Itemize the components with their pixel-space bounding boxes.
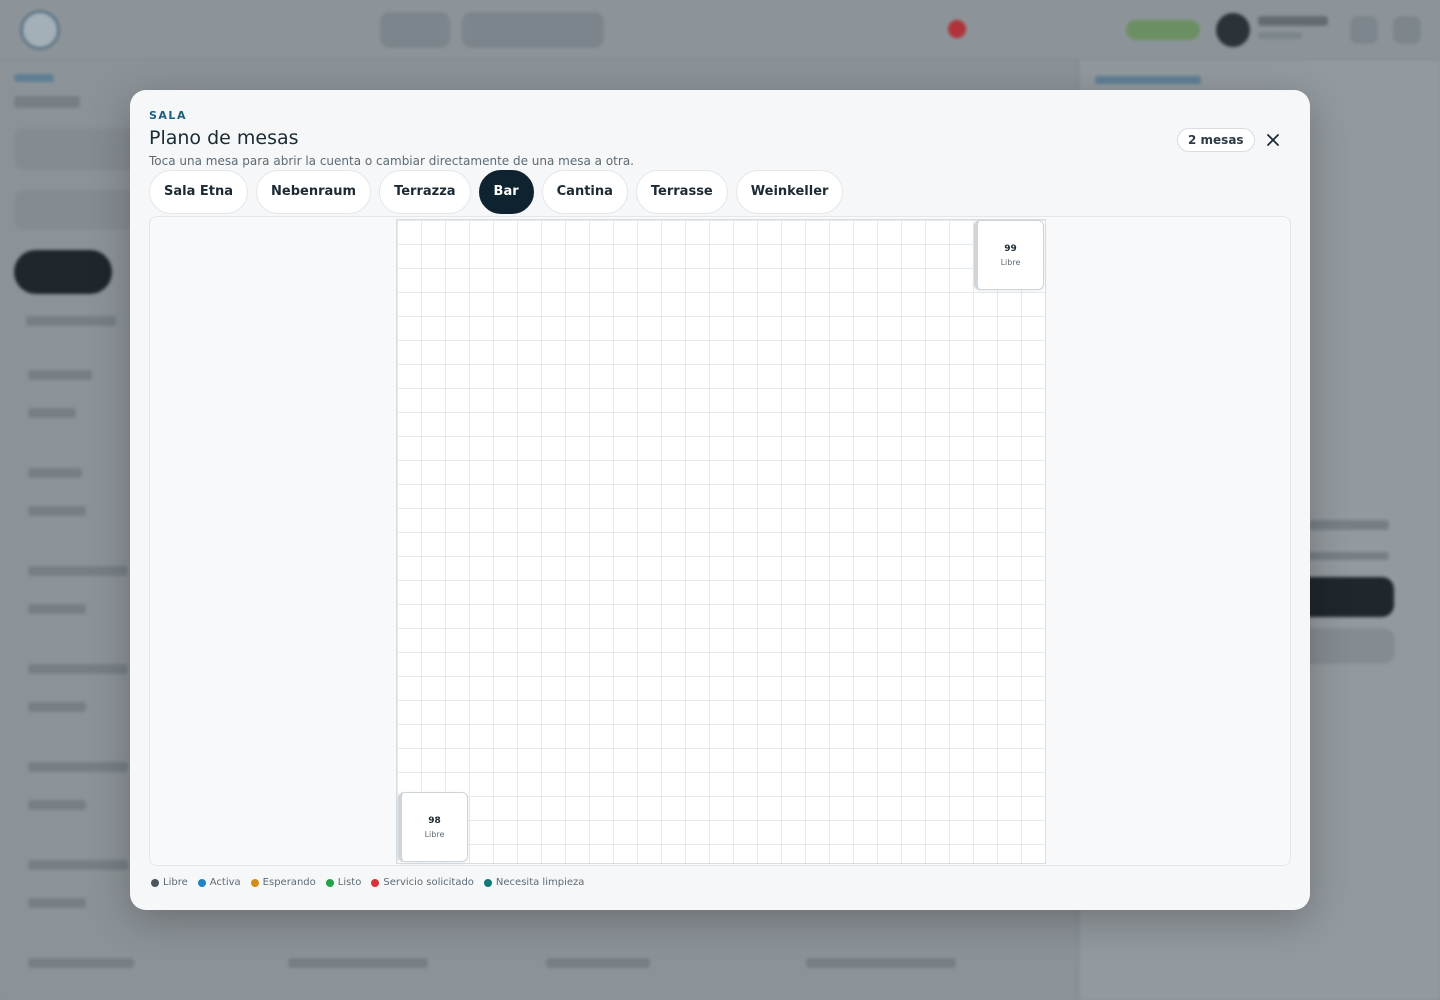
legend-label: Listo — [337, 877, 362, 888]
legend-label: Necesita limpieza — [495, 877, 585, 888]
table-status: Libre — [1000, 257, 1021, 267]
bg-line — [288, 958, 428, 968]
bg-line — [1309, 520, 1389, 530]
legend-item-necesita-limpieza: Necesita limpieza — [483, 877, 585, 888]
table-count-badge: 2 mesas — [1177, 128, 1255, 152]
bg-nav-item — [748, 12, 848, 48]
bg-line — [28, 370, 92, 380]
bg-icon — [1350, 16, 1378, 44]
bg-line — [28, 860, 128, 870]
close-icon — [1267, 134, 1279, 146]
bg-user-name — [1258, 16, 1328, 26]
tab-terrasse[interactable]: Terrasse — [635, 170, 728, 214]
bg-line — [28, 664, 128, 674]
bg-logo — [20, 10, 60, 50]
legend-item-esperando: Esperando — [250, 877, 316, 888]
table-status: Libre — [424, 829, 445, 839]
legend-label: Esperando — [262, 877, 316, 888]
table-99[interactable]: 99 Libre — [974, 220, 1044, 290]
status-dot — [483, 878, 492, 887]
bg-line — [14, 96, 80, 108]
bg-line — [1095, 76, 1201, 84]
bg-line — [806, 958, 956, 968]
status-dot — [197, 878, 206, 887]
bg-line — [14, 74, 54, 82]
bg-user-role — [1258, 32, 1302, 39]
table-number: 98 — [428, 815, 441, 826]
tab-nebenraum[interactable]: Nebenraum — [256, 170, 372, 214]
tab-weinkeller[interactable]: Weinkeller — [735, 170, 844, 214]
bg-status-pill — [1126, 20, 1200, 40]
status-dot — [151, 878, 159, 887]
bg-nav-item — [866, 12, 946, 48]
status-dot — [325, 878, 334, 887]
bg-line — [26, 316, 116, 326]
bg-icon — [1393, 16, 1421, 44]
bg-line — [1299, 552, 1389, 560]
legend-item-activa: Activa — [197, 877, 241, 888]
bg-badge — [948, 20, 966, 38]
bg-line — [28, 762, 128, 772]
bg-avatar — [1216, 13, 1250, 47]
close-button[interactable] — [1261, 128, 1285, 152]
legend-label: Servicio solicitado — [383, 877, 474, 888]
bg-line — [28, 468, 82, 478]
modal-subtitle: Toca una mesa para abrir la cuenta o cam… — [149, 154, 634, 168]
bg-line — [28, 958, 134, 968]
modal-title: Plano de mesas — [149, 127, 299, 149]
bg-nav-item — [380, 12, 450, 48]
bg-line — [28, 898, 86, 908]
floor-grid: 99 Libre 98 Libre — [396, 219, 1046, 864]
bg-nav-item — [616, 12, 736, 48]
tab-cantina[interactable]: Cantina — [541, 170, 628, 214]
floor-plan-canvas: 99 Libre 98 Libre — [149, 216, 1291, 866]
table-98[interactable]: 98 Libre — [398, 792, 468, 862]
tab-sala-etna[interactable]: Sala Etna — [149, 170, 249, 214]
room-tabs: Sala Etna Nebenraum Terrazza Bar Cantina… — [149, 170, 844, 214]
bg-line — [28, 566, 128, 576]
bg-topbar — [0, 0, 1440, 60]
bg-line — [28, 506, 86, 516]
table-number: 99 — [1004, 243, 1017, 254]
bg-line — [546, 958, 650, 968]
tab-bar[interactable]: Bar — [478, 170, 534, 214]
status-legend: Libre Activa Esperando Listo Servicio so… — [151, 877, 584, 888]
bg-line — [28, 702, 86, 712]
bg-line — [28, 604, 86, 614]
tab-terrazza[interactable]: Terrazza — [379, 170, 471, 214]
bg-dark-button — [14, 250, 112, 294]
modal-eyebrow: SALA — [149, 109, 187, 122]
bg-nav-item — [462, 12, 604, 48]
status-dot — [250, 878, 259, 887]
floor-plan-modal: SALA Plano de mesas Toca una mesa para a… — [130, 90, 1310, 910]
legend-label: Activa — [209, 877, 241, 888]
legend-item-servicio-solicitado: Servicio solicitado — [371, 877, 474, 888]
legend-item-listo: Listo — [325, 877, 362, 888]
legend-item-libre: Libre — [151, 877, 188, 888]
status-dot — [371, 878, 380, 887]
bg-line — [28, 800, 86, 810]
legend-label: Libre — [163, 877, 188, 888]
bg-line — [28, 408, 76, 418]
